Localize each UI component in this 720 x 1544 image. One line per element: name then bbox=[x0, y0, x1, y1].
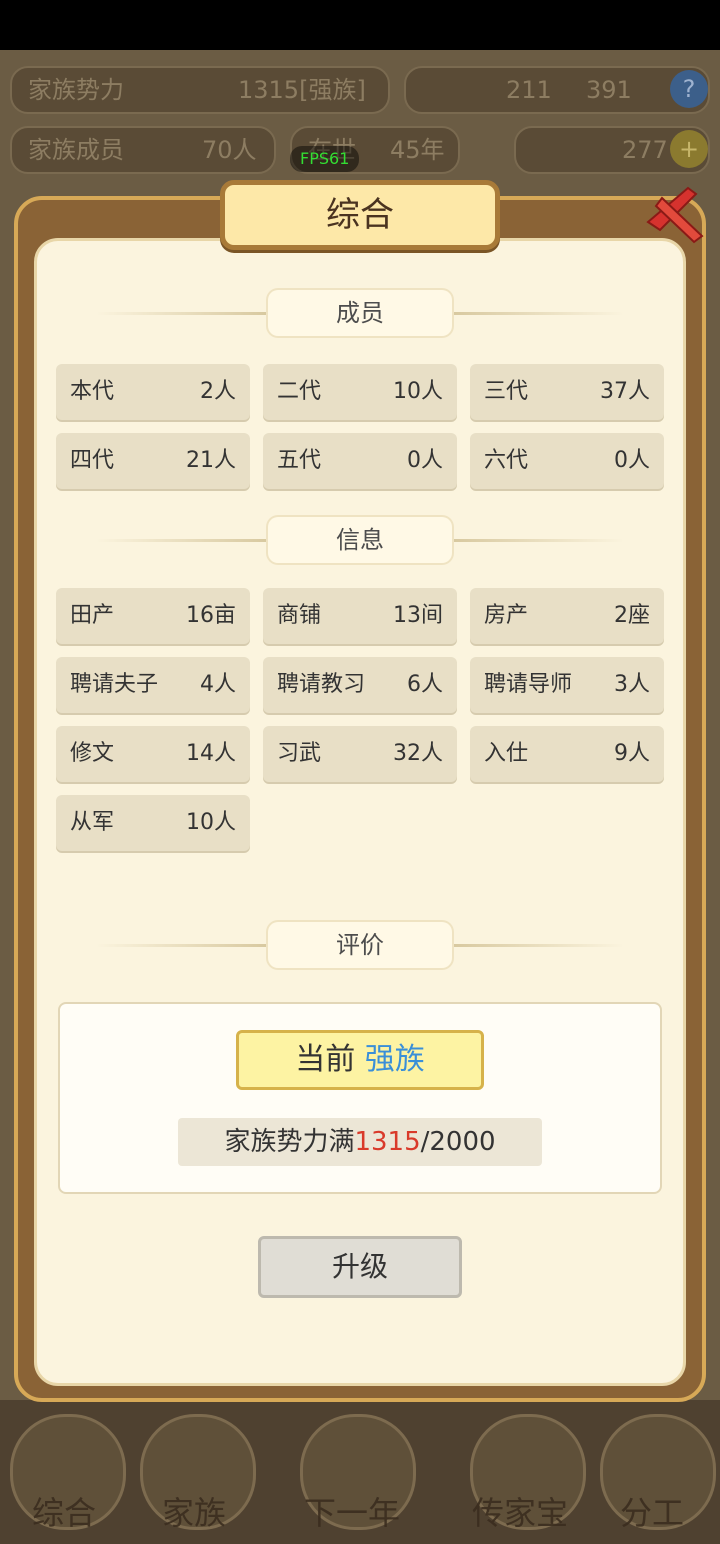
coins-value: 211 bbox=[506, 76, 552, 104]
power-strip: 家族势力 1315[强族] bbox=[10, 66, 390, 114]
gold-value: 277 bbox=[622, 136, 668, 164]
rank-value: 强族 bbox=[364, 1042, 425, 1077]
reign-value: 45年 bbox=[390, 136, 445, 164]
member-gen-6: 六代 0人 bbox=[470, 433, 664, 489]
info-houses: 房产 2座 bbox=[470, 588, 664, 644]
gold-strip: 277 + bbox=[514, 126, 710, 174]
help-icon[interactable]: ? bbox=[670, 70, 708, 108]
member-gen-1: 本代 2人 bbox=[56, 364, 250, 420]
nav-family[interactable]: 家族 bbox=[162, 1488, 226, 1534]
info-military: 从军 10人 bbox=[56, 795, 250, 851]
info-farmland: 田产 16亩 bbox=[56, 588, 250, 644]
dialog-title: 综合 bbox=[220, 180, 500, 250]
rank-prefix: 当前 bbox=[295, 1042, 356, 1077]
info-literature: 修文 14人 bbox=[56, 726, 250, 782]
currency-strip: 211 391 ? bbox=[404, 66, 710, 114]
upgrade-button[interactable]: 升级 bbox=[258, 1236, 462, 1298]
info-section-title: 信息 bbox=[268, 517, 452, 563]
member-gen-5: 五代 0人 bbox=[263, 433, 457, 489]
progress-max: /2000 bbox=[420, 1127, 496, 1157]
power-value: 1315[强族] bbox=[238, 76, 366, 104]
members-section-title: 成员 bbox=[268, 290, 452, 336]
eval-section-header: 评价 bbox=[96, 922, 624, 968]
member-gen-2: 二代 10人 bbox=[263, 364, 457, 420]
nav-next-year[interactable]: 下一年 bbox=[304, 1488, 400, 1534]
members-value: 70人 bbox=[202, 136, 257, 164]
info-shops: 商铺 13间 bbox=[263, 588, 457, 644]
power-progress: 家族势力满1315/2000 bbox=[178, 1118, 542, 1166]
add-gold-icon[interactable]: + bbox=[670, 130, 708, 168]
close-icon bbox=[646, 186, 704, 244]
fps-counter: FPS61 bbox=[290, 146, 360, 172]
member-gen-3: 三代 37人 bbox=[470, 364, 664, 420]
members-strip: 家族成员 70人 bbox=[10, 126, 276, 174]
info-instructors: 聘请教习 6人 bbox=[263, 657, 457, 713]
progress-prefix: 家族势力满 bbox=[224, 1127, 355, 1157]
info-section-header: 信息 bbox=[96, 517, 624, 563]
info-officials: 入仕 9人 bbox=[470, 726, 664, 782]
power-label: 家族势力 bbox=[28, 76, 124, 104]
member-gen-4: 四代 21人 bbox=[56, 433, 250, 489]
members-label: 家族成员 bbox=[28, 136, 124, 164]
info-martial: 习武 32人 bbox=[263, 726, 457, 782]
bottom-nav: 综合 家族 下一年 传家宝 分工 bbox=[0, 1400, 720, 1544]
close-button[interactable] bbox=[640, 180, 710, 250]
info-tutors: 聘请夫子 4人 bbox=[56, 657, 250, 713]
progress-current: 1315 bbox=[354, 1127, 421, 1157]
status-bar bbox=[0, 0, 720, 50]
eval-section-title: 评价 bbox=[268, 922, 452, 968]
current-rank: 当前 强族 bbox=[236, 1030, 484, 1090]
gems-value: 391 bbox=[586, 76, 632, 104]
info-mentors: 聘请导师 3人 bbox=[470, 657, 664, 713]
nav-division[interactable]: 分工 bbox=[620, 1488, 684, 1534]
nav-heirloom[interactable]: 传家宝 bbox=[472, 1488, 568, 1534]
members-section-header: 成员 bbox=[96, 290, 624, 336]
nav-overview[interactable]: 综合 bbox=[32, 1488, 96, 1534]
